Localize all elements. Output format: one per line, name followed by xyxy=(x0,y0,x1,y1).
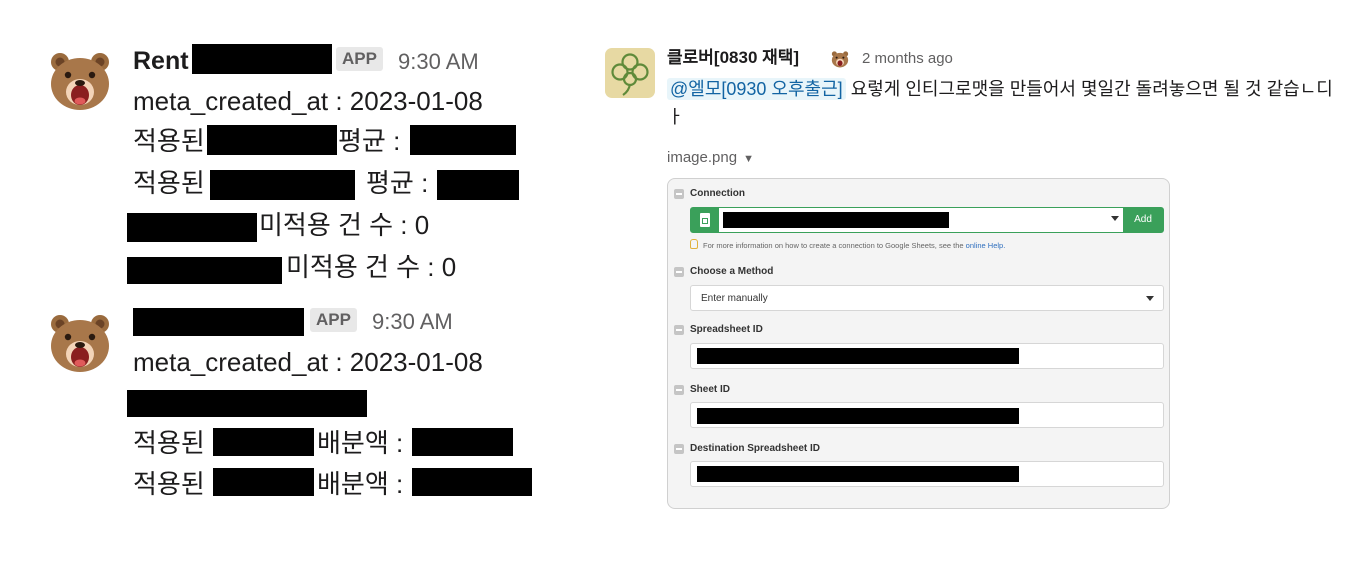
destination-spreadsheet-id-field xyxy=(690,461,1164,487)
message-line: meta_created_at : 2023-01-08 xyxy=(133,347,483,377)
help-link: online Help. xyxy=(965,241,1006,250)
collapse-icon xyxy=(674,325,684,335)
message-line: 평균 : xyxy=(338,126,401,156)
app-badge: APP xyxy=(310,308,357,332)
redaction xyxy=(127,390,367,417)
redaction xyxy=(697,348,1019,364)
redaction xyxy=(210,170,355,200)
redaction xyxy=(192,44,332,74)
attachment-header[interactable]: image.png ▼ xyxy=(667,147,754,170)
redaction xyxy=(213,468,314,496)
message-line: 배분액 : xyxy=(317,428,404,458)
message-time[interactable]: 9:30 AM xyxy=(398,47,479,77)
redaction xyxy=(697,408,1019,424)
message-line: 배분액 : xyxy=(317,469,404,499)
redaction xyxy=(213,428,314,456)
attachment-filename[interactable]: image.png xyxy=(667,149,737,166)
user-mention[interactable]: @엘모[0930 오후출근] xyxy=(667,78,846,100)
redaction xyxy=(127,257,282,284)
message-line: 미적용 건 수 : 0 xyxy=(259,210,430,240)
image-preview[interactable]: Connection Add For more information on h… xyxy=(667,178,1170,509)
google-sheets-icon xyxy=(691,208,719,232)
section-label: Connection xyxy=(690,188,745,199)
method-select: Enter manually xyxy=(690,285,1164,311)
section-label: Choose a Method xyxy=(690,266,774,277)
message-time[interactable]: 9:30 AM xyxy=(372,307,453,337)
section-label: Destination Spreadsheet ID xyxy=(690,443,821,454)
attachment-caret-icon[interactable]: ▼ xyxy=(743,153,754,165)
method-value: Enter manually xyxy=(701,293,768,304)
chevron-down-icon xyxy=(1111,216,1119,221)
lightbulb-icon xyxy=(690,239,698,249)
collapse-icon xyxy=(674,444,684,454)
redaction xyxy=(412,428,513,456)
chevron-down-icon xyxy=(1146,296,1154,301)
redaction xyxy=(207,125,337,155)
message-text: @엘모[0930 오후출근] 요렇게 인티그로맷을 만들어서 몇일간 돌려놓으면… xyxy=(667,75,1337,131)
clover-avatar[interactable] xyxy=(605,48,655,98)
bear-avatar[interactable] xyxy=(48,310,112,374)
redaction xyxy=(133,308,304,336)
redaction xyxy=(127,213,257,242)
message-line: 적용된 xyxy=(133,126,205,156)
redaction xyxy=(723,212,949,228)
redaction xyxy=(412,468,532,496)
collapse-icon xyxy=(674,267,684,277)
message-line: 평균 : xyxy=(366,168,429,198)
sender-name[interactable]: 클로버[0830 재택] xyxy=(667,46,799,70)
app-badge: APP xyxy=(336,47,383,71)
collapse-icon xyxy=(674,189,684,199)
section-label: Sheet ID xyxy=(690,384,731,395)
message-line: meta_created_at : 2023-01-08 xyxy=(133,86,483,116)
redaction xyxy=(437,170,519,200)
collapse-icon xyxy=(674,385,684,395)
redaction xyxy=(410,125,516,155)
message-line: 적용된 xyxy=(133,469,205,499)
hint-text: For more information on how to create a … xyxy=(703,241,964,250)
help-hint: For more information on how to create a … xyxy=(690,239,1005,252)
message-time[interactable]: 2 months ago xyxy=(862,47,953,71)
add-button: Add xyxy=(1123,208,1163,232)
bear-emoji-icon xyxy=(831,51,849,68)
spreadsheet-id-field xyxy=(690,343,1164,369)
sender-name[interactable]: Rent xyxy=(133,46,189,76)
sheet-id-field xyxy=(690,402,1164,428)
message-line: 미적용 건 수 : 0 xyxy=(286,252,457,282)
clover-icon xyxy=(611,53,649,96)
bear-avatar[interactable] xyxy=(48,48,112,112)
redaction xyxy=(697,466,1019,482)
message-line: 적용된 xyxy=(133,428,205,458)
message-line: 적용된 xyxy=(133,168,205,198)
section-label: Spreadsheet ID xyxy=(690,324,763,335)
connection-select: Add xyxy=(690,207,1164,233)
